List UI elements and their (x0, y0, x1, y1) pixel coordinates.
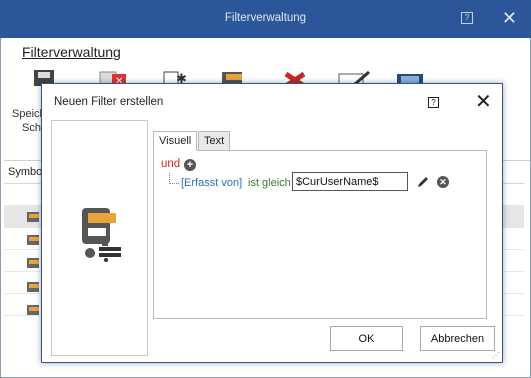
background-close-icon[interactable]: ✕ (502, 6, 517, 30)
background-help-icon[interactable]: ? (461, 12, 473, 24)
tree-connector (169, 173, 179, 184)
tab-visuell[interactable]: Visuell (153, 131, 198, 151)
new-filter-dialog: Neuen Filter erstellen ? ✕ Visuell Text … (41, 83, 503, 363)
cancel-button[interactable]: Abbrechen (420, 326, 495, 351)
background-titlebar: Filterverwaltung ? ✕ (0, 0, 531, 38)
filter-row-icon (27, 235, 39, 245)
column-header-symbol[interactable]: Symbol (8, 166, 45, 178)
background-window-title: Filterverwaltung (224, 12, 307, 24)
clamp-filter-icon (82, 208, 121, 262)
edit-value-icon[interactable] (416, 175, 430, 189)
filter-row-icon (27, 212, 39, 222)
resize-grip[interactable]: ⋰ (492, 351, 500, 360)
dialog-title: Neuen Filter erstellen (54, 96, 164, 108)
filter-editor: Visuell Text und + [Erfasst von] ist gle… (153, 131, 487, 319)
tab-text[interactable]: Text (198, 131, 231, 151)
condition-value-input[interactable] (292, 172, 408, 191)
help-icon[interactable]: ? (428, 97, 439, 108)
filter-row-icon (27, 282, 39, 292)
visual-filter-editor: und + [Erfasst von] ist gleich ✕ (153, 150, 487, 319)
filter-icon-panel (51, 120, 148, 356)
condition-field[interactable]: [Erfasst von] (181, 177, 242, 189)
filter-row-icon (27, 258, 39, 268)
add-condition-icon[interactable]: + (184, 159, 196, 171)
ribbon-tab-filterverwaltung[interactable]: Filterverwaltung (22, 44, 121, 60)
remove-condition-icon[interactable]: ✕ (437, 176, 449, 188)
filter-row-icon (27, 305, 39, 315)
close-icon[interactable]: ✕ (475, 90, 492, 114)
ok-button[interactable]: OK (330, 326, 403, 351)
condition-operator[interactable]: ist gleich (248, 177, 291, 189)
logical-operator[interactable]: und (161, 158, 180, 170)
